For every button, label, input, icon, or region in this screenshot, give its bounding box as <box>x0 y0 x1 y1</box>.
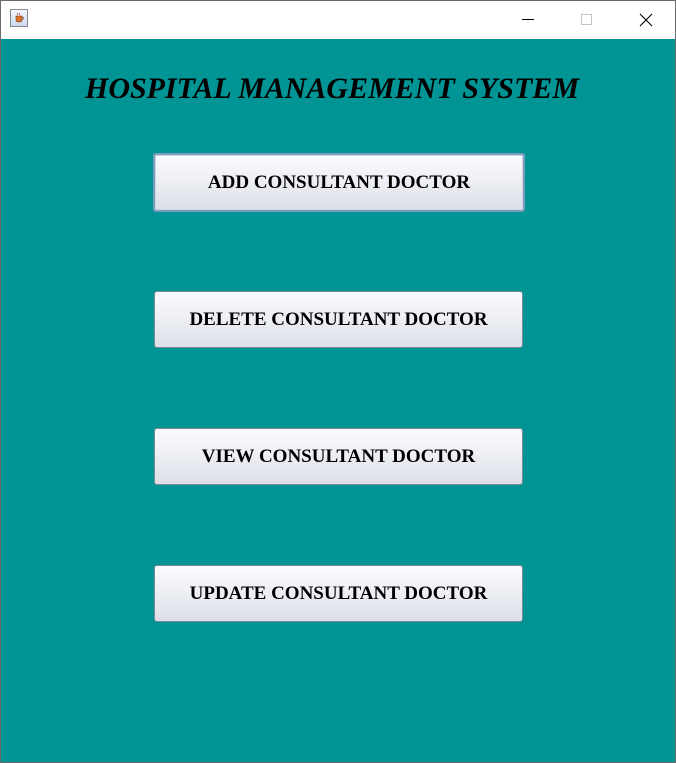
maximize-button[interactable] <box>557 1 615 38</box>
close-icon <box>639 13 653 27</box>
view-consultant-doctor-button[interactable]: VIEW CONSULTANT DOCTOR <box>154 428 523 485</box>
add-consultant-doctor-button[interactable]: ADD CONSULTANT DOCTOR <box>153 153 525 212</box>
minimize-icon <box>522 19 534 20</box>
update-consultant-doctor-button[interactable]: UPDATE CONSULTANT DOCTOR <box>154 565 523 622</box>
minimize-button[interactable] <box>499 1 557 38</box>
app-window: HOSPITAL MANAGEMENT SYSTEM ADD CONSULTAN… <box>0 0 676 763</box>
close-button[interactable] <box>617 1 675 38</box>
main-panel: HOSPITAL MANAGEMENT SYSTEM ADD CONSULTAN… <box>1 39 675 762</box>
page-title: HOSPITAL MANAGEMENT SYSTEM <box>85 72 579 105</box>
title-bar[interactable] <box>1 1 675 38</box>
maximize-icon <box>581 14 592 25</box>
java-coffee-icon[interactable] <box>10 9 28 27</box>
delete-consultant-doctor-button[interactable]: DELETE CONSULTANT DOCTOR <box>154 291 523 348</box>
